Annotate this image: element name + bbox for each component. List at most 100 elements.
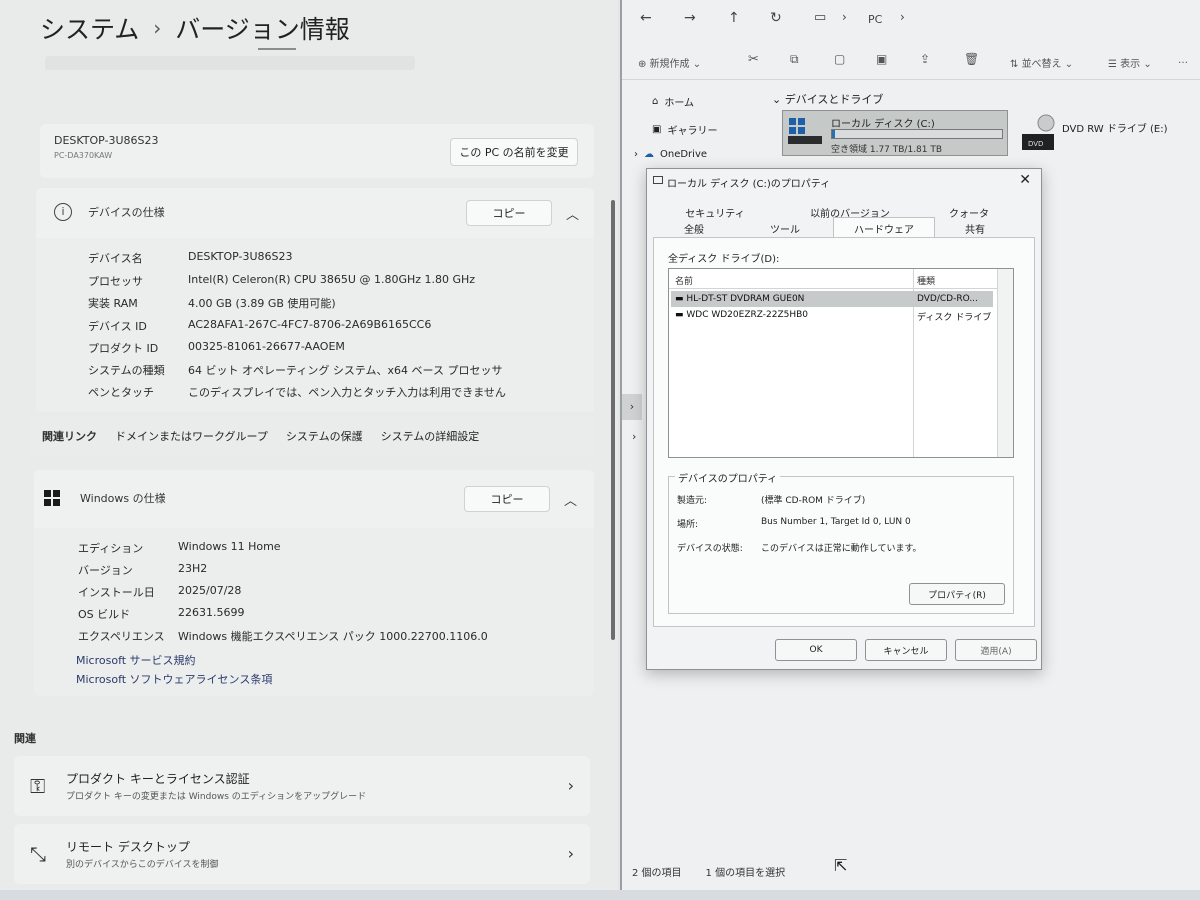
drive-type: DVD/CD-RO... [917,294,978,304]
tab-hardware[interactable]: ハードウェア [833,217,935,238]
spec-key: プロセッサ [88,275,143,288]
tab-security[interactable]: セキュリティ [665,205,765,220]
tab-sharing[interactable]: 共有 [947,221,1003,236]
nav-bar: ← → ↑ ↻ ▭ › PC › [622,0,1200,40]
address-path[interactable]: PC [868,13,882,26]
prop-value: (標準 CD-ROM ドライブ) [761,496,866,506]
delete-icon[interactable]: 🗑 [964,52,979,66]
sidebar-label: OneDrive [660,149,708,160]
related-section-title: 関連 [14,732,36,745]
windows-spec-header[interactable]: Windows の仕様 コピー ︿ [34,470,594,526]
spec-key: 実装 RAM [88,297,138,310]
product-key-title: プロダクト キーとライセンス認証 [66,772,250,786]
service-agreement-link[interactable]: Microsoft サービス規約 [76,652,196,668]
rename-icon[interactable]: ▣ [876,52,887,66]
copy-device-spec-button[interactable]: コピー [466,200,552,226]
license-terms-link[interactable]: Microsoft ソフトウェアライセンス条項 [76,671,272,687]
devices-section-header[interactable]: ⌄ デバイスとドライブ [772,91,883,107]
prop-key: 場所: [677,520,699,530]
drive-list: 名前 種類 ▬ HL-DT-ST DVDRAM GUE0N DVD/CD-RO.… [668,268,1014,458]
sidebar-item-home[interactable]: ⌂ ホーム [652,94,694,109]
copy-icon[interactable]: ⧉ [790,52,799,67]
spec-value: 4.00 GB (3.89 GB 使用可能) [188,297,336,310]
search-placeholder-bar [45,56,415,70]
advanced-system-settings-link[interactable]: システムの詳細設定 [381,428,480,444]
manufacturer-row: 製造元: (標準 CD-ROM ドライブ) [677,493,865,506]
cut-icon[interactable]: ✂ [748,52,759,67]
spec-value: 23H2 [178,562,208,575]
tab-tools[interactable]: ツール [753,221,817,236]
drive-c-name: ローカル ディスク (C:) [831,119,935,130]
sort-button[interactable]: ⇅ 並べ替え ⌄ [1010,55,1073,70]
command-bar: ⊕ 新規作成 ⌄ ✂ ⧉ ▢ ▣ ⇪ 🗑 ⇅ 並べ替え ⌄ ☰ 表示 ⌄ … [622,44,1200,80]
chevron-up-icon[interactable]: ︿ [564,490,577,509]
chevron-up-icon[interactable]: ︿ [566,204,579,223]
spec-key: バージョン [78,564,133,577]
spec-value: AC28AFA1-267C-4FC7-8706-2A69B6165CC6 [188,318,432,331]
dvd-drive-name: DVD RW ドライブ (E:) [1062,124,1168,135]
chevron-right-icon: › [634,149,638,160]
new-item-button[interactable]: ⊕ 新規作成 ⌄ [638,55,701,70]
remote-desktop-card[interactable]: ⤡ リモート デスクトップ 別のデバイスからこのデバイスを制御 › [14,824,590,884]
spec-value: 22631.5699 [178,606,245,619]
paste-icon[interactable]: ▢ [834,52,845,66]
column-name[interactable]: 名前 [675,274,693,287]
system-protection-link[interactable]: システムの保護 [286,428,363,444]
prop-value: このデバイスは正常に動作しています。 [761,544,922,554]
dialog-titlebar[interactable]: ローカル ディスク (C:)のプロパティ ✕ [647,169,1041,193]
share-icon[interactable]: ⇪ [920,52,930,66]
all-drives-label: 全ディスク ドライブ(D): [668,254,780,265]
home-icon: ⌂ [652,96,659,107]
refresh-icon[interactable]: ↻ [770,10,782,26]
dvd-drive-tile[interactable]: DVD DVD RW ドライブ (E:) [1020,114,1168,158]
chevron-right-icon: › [567,776,574,795]
breadcrumb-system[interactable]: システム [40,10,139,46]
view-button[interactable]: ☰ 表示 ⌄ [1108,55,1152,70]
chevron-right-icon[interactable]: › [632,430,636,443]
device-spec-header[interactable]: i デバイスの仕様 コピー ︿ [36,188,594,236]
device-spec-body: デバイス名 DESKTOP-3U86S23 プロセッサ Intel(R) Celer… [36,238,594,412]
cancel-button[interactable]: キャンセル [865,639,947,661]
pc-name: DESKTOP-3U86S23 [54,134,159,147]
properties-dialog: ローカル ディスク (C:)のプロパティ ✕ セキュリティ 以前のバージョン ク… [646,168,1042,670]
rename-pc-button[interactable]: この PC の名前を変更 [450,138,578,166]
list-item[interactable]: ▬ WDC WD20EZRZ-22Z5HB0 ディスク ドライブ [671,307,993,323]
ok-button[interactable]: OK [775,639,857,661]
column-type[interactable]: 種類 [917,274,935,287]
drive-c-tile[interactable]: ローカル ディスク (C:) 空き領域 1.77 TB/1.81 TB [782,110,1008,156]
prop-value: Bus Number 1, Target Id 0, LUN 0 [761,517,911,527]
close-icon[interactable]: ✕ [1019,172,1031,188]
monitor-icon[interactable]: ▭ [814,10,826,25]
new-item-label: 新規作成 [649,59,690,70]
dialog-title: ローカル ディスク (C:)のプロパティ [667,179,831,190]
info-icon: i [54,203,72,221]
sidebar-item-gallery[interactable]: ▣ ギャラリー [652,122,717,137]
forward-arrow-icon[interactable]: → [684,10,696,26]
list-scrollbar[interactable] [997,269,1013,457]
drive-c-usage-bar [831,129,1003,139]
chevron-right-icon: › [567,844,574,863]
list-item[interactable]: ▬ HL-DT-ST DVDRAM GUE0N DVD/CD-RO... [671,291,993,307]
domain-workgroup-link[interactable]: ドメインまたはワークグループ [115,428,268,444]
path-chevron[interactable]: › [900,10,905,24]
tab-general[interactable]: 全般 [665,221,723,236]
drive-c-usage-fill [832,130,836,138]
tab-quota[interactable]: クォータ [937,205,1001,220]
windows-drive-icon [788,118,822,144]
up-arrow-icon[interactable]: ↑ [728,10,740,26]
copy-windows-spec-button[interactable]: コピー [464,486,550,512]
product-key-card[interactable]: ⚿ プロダクト キーとライセンス認証 プロダクト キーの変更または Window… [14,756,590,816]
key-icon: ⚿ [30,774,46,798]
properties-button[interactable]: プロパティ(R) [909,583,1005,605]
sidebar-item-onedrive[interactable]: › ☁ OneDrive [634,149,707,160]
divider [258,48,296,50]
apply-button[interactable]: 適用(A) [955,639,1037,661]
path-separator: › [842,10,847,24]
sidebar-label: ホーム [664,98,695,109]
back-arrow-icon[interactable]: ← [640,10,652,26]
settings-scrollbar[interactable] [611,200,615,640]
prop-key: デバイスの状態: [677,544,743,554]
expand-pane-button[interactable]: › [622,394,642,420]
more-options-icon[interactable]: … [1178,55,1188,66]
drive-icon [653,176,663,184]
